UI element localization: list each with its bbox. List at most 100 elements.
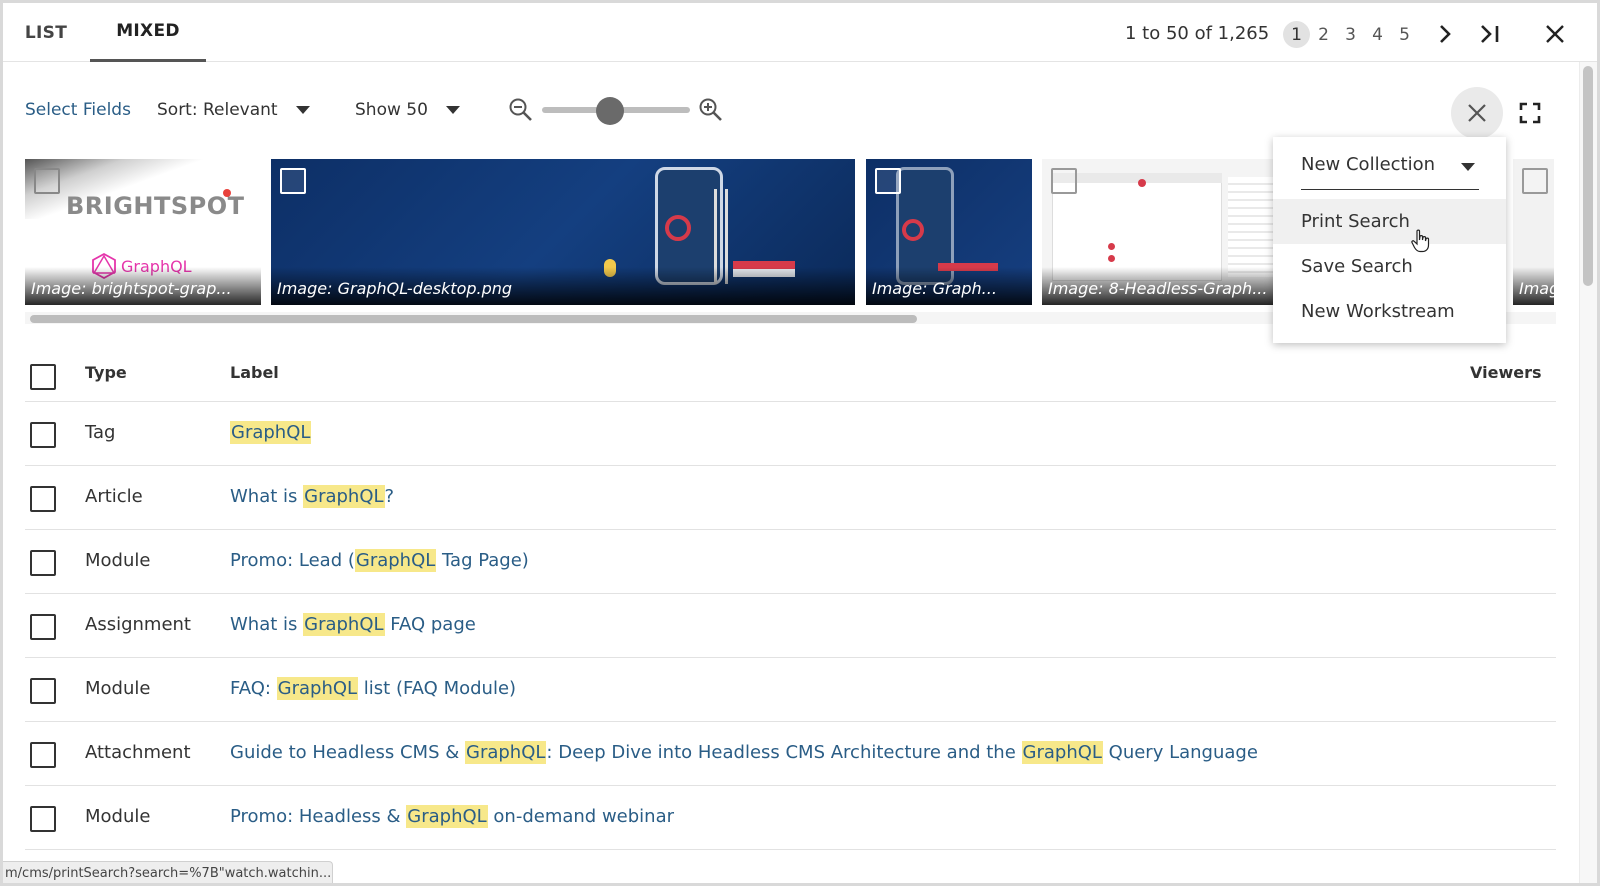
table-row[interactable]: Module Promo: Lead (GraphQL Tag Page) (25, 530, 1556, 594)
label-text: FAQ: (230, 678, 277, 699)
label-highlight: GraphQL (230, 421, 312, 444)
fullscreen-icon (1519, 102, 1541, 124)
zoom-in-icon (699, 98, 722, 121)
chevron-right-icon (1440, 25, 1451, 43)
thumbnail-checkbox[interactable] (34, 168, 60, 194)
table-row[interactable]: Module Promo: Headless & GraphQL on-dema… (25, 786, 1556, 850)
row-type: Assignment (85, 614, 191, 635)
screenshot-illustration (1052, 173, 1222, 183)
caret-down-icon (295, 106, 310, 114)
top-bar: LIST MIXED 1 to 50 of 1,265 1 2 3 4 5 (3, 3, 1597, 62)
screenshot-illustration (1138, 179, 1146, 187)
zoom-in-button[interactable] (697, 96, 725, 124)
thumbnail-guide[interactable]: Imag (1513, 159, 1554, 305)
row-type: Article (85, 486, 143, 507)
label-text: Query Language (1102, 742, 1258, 763)
page-3[interactable]: 3 (1337, 21, 1364, 48)
close-window-button[interactable] (1540, 19, 1570, 49)
close-icon (1546, 25, 1564, 43)
thumbnail-caption: Imag (1513, 267, 1554, 305)
show-count-dropdown[interactable]: Show 50 (355, 100, 460, 120)
thumbnail-brightspot[interactable]: BRIGHTSPOT GraphQL Image: brightspot-gra… (25, 159, 261, 305)
select-all-checkbox[interactable] (30, 364, 56, 390)
fullscreen-button[interactable] (1516, 99, 1544, 127)
column-header-viewers[interactable]: Viewers (1470, 363, 1541, 382)
next-page-button[interactable] (1431, 20, 1459, 48)
menu-item-save-search[interactable]: Save Search (1273, 244, 1506, 289)
table-row[interactable]: Module FAQ: GraphQL list (FAQ Module) (25, 658, 1556, 722)
thumbnail-headless-graphql[interactable]: Image: 8-Headless-Graph... (1042, 159, 1292, 305)
row-label-link[interactable]: GraphQL (230, 421, 312, 444)
label-text: FAQ page (384, 614, 476, 635)
thumbnail-checkbox[interactable] (1522, 168, 1548, 194)
row-type: Attachment (85, 742, 191, 763)
label-highlight: GraphQL (354, 549, 437, 572)
row-type: Module (85, 806, 151, 827)
tab-mixed[interactable]: MIXED (90, 3, 206, 62)
table-row[interactable]: Article What is GraphQL? (25, 466, 1556, 530)
actions-menu: New Collection Print Search Save Search … (1273, 137, 1506, 343)
table-row[interactable]: Attachment Guide to Headless CMS & Graph… (25, 722, 1556, 786)
label-highlight: GraphQL (276, 677, 359, 700)
row-label-link[interactable]: Promo: Lead (GraphQL Tag Page) (230, 549, 529, 572)
menu-item-new-workstream[interactable]: New Workstream (1273, 289, 1506, 334)
label-highlight: GraphQL (303, 613, 385, 636)
thumbnail-checkbox[interactable] (875, 168, 901, 194)
label-text: : Deep Dive into Headless CMS Architectu… (546, 742, 1022, 763)
thumbnail-graphql[interactable]: Image: Graph... (866, 159, 1032, 305)
hand-cursor-icon (1411, 229, 1430, 253)
thumbnail-graphql-desktop[interactable]: Image: GraphQL-desktop.png (271, 159, 855, 305)
sort-dropdown[interactable]: Sort: Relevant (157, 100, 310, 120)
tab-list[interactable]: LIST (5, 3, 87, 62)
select-fields-link[interactable]: Select Fields (25, 100, 131, 120)
close-menu-button[interactable] (1451, 87, 1503, 139)
thumbnail-checkbox[interactable] (280, 168, 306, 194)
row-label-link[interactable]: FAQ: GraphQL list (FAQ Module) (230, 677, 516, 700)
new-collection-label: New Collection (1301, 154, 1436, 175)
row-checkbox[interactable] (30, 806, 56, 832)
row-type: Module (85, 678, 151, 699)
row-checkbox[interactable] (30, 422, 56, 448)
vertical-scrollbar-thumb[interactable] (1583, 66, 1593, 286)
row-checkbox[interactable] (30, 678, 56, 704)
column-header-type[interactable]: Type (85, 363, 127, 382)
row-label-link[interactable]: What is GraphQL FAQ page (230, 613, 476, 636)
row-label-link[interactable]: What is GraphQL? (230, 485, 394, 508)
label-text: Promo: Headless & (230, 806, 407, 827)
row-checkbox[interactable] (30, 550, 56, 576)
new-collection-dropdown[interactable]: New Collection (1301, 154, 1479, 190)
row-label-link[interactable]: Guide to Headless CMS & GraphQL: Deep Di… (230, 741, 1258, 764)
table-row[interactable]: Tag GraphQL (25, 402, 1556, 466)
last-page-button[interactable] (1475, 20, 1505, 48)
zoom-slider-thumb[interactable] (596, 97, 624, 125)
thumbnail-caption: Image: GraphQL-desktop.png (271, 267, 855, 305)
search-results-window: LIST MIXED 1 to 50 of 1,265 1 2 3 4 5 Se… (3, 3, 1597, 883)
page-2[interactable]: 2 (1310, 21, 1337, 48)
row-checkbox[interactable] (30, 614, 56, 640)
row-type: Tag (85, 422, 116, 443)
row-label-link[interactable]: Promo: Headless & GraphQL on-demand webi… (230, 805, 675, 828)
logo-dot (223, 189, 231, 197)
horizontal-scrollbar-thumb[interactable] (30, 315, 917, 323)
label-text: What is (230, 614, 304, 635)
label-highlight: GraphQL (303, 485, 385, 508)
page-1[interactable]: 1 (1283, 21, 1310, 48)
page-4[interactable]: 4 (1364, 21, 1391, 48)
result-count: 1 to 50 of 1,265 (1125, 23, 1270, 44)
table-row[interactable]: Assignment What is GraphQL FAQ page (25, 594, 1556, 658)
thumbnail-caption: Image: 8-Headless-Graph... (1042, 267, 1292, 305)
row-checkbox[interactable] (30, 486, 56, 512)
pagination: 1 2 3 4 5 (1283, 21, 1418, 48)
thumbnail-checkbox[interactable] (1051, 168, 1077, 194)
row-checkbox[interactable] (30, 742, 56, 768)
zoom-out-icon (509, 98, 532, 121)
label-text: What is (230, 486, 304, 507)
label-highlight: GraphQL (465, 741, 547, 764)
label-highlight: GraphQL (406, 805, 488, 828)
page-5[interactable]: 5 (1391, 21, 1418, 48)
caret-down-icon (1461, 163, 1476, 171)
zoom-out-button[interactable] (507, 96, 535, 124)
menu-item-print-search[interactable]: Print Search (1273, 199, 1506, 244)
column-header-label[interactable]: Label (230, 363, 279, 382)
label-text: on-demand webinar (487, 806, 675, 827)
